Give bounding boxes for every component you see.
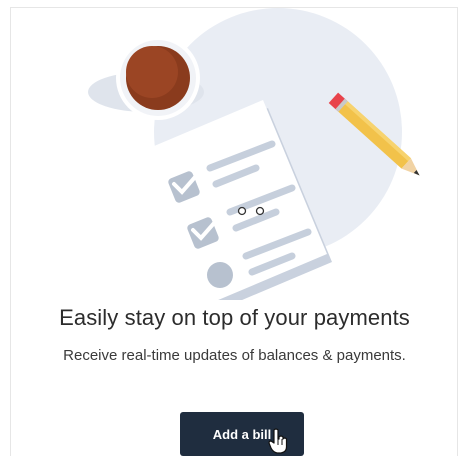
bill-checklist-illustration bbox=[83, 8, 420, 300]
promo-subline: Receive real-time updates of balances & … bbox=[63, 347, 406, 364]
coffee-cup-icon bbox=[83, 36, 204, 120]
hand-pointer-icon bbox=[268, 428, 288, 454]
promo-headline: Easily stay on top of your payments bbox=[59, 305, 410, 330]
